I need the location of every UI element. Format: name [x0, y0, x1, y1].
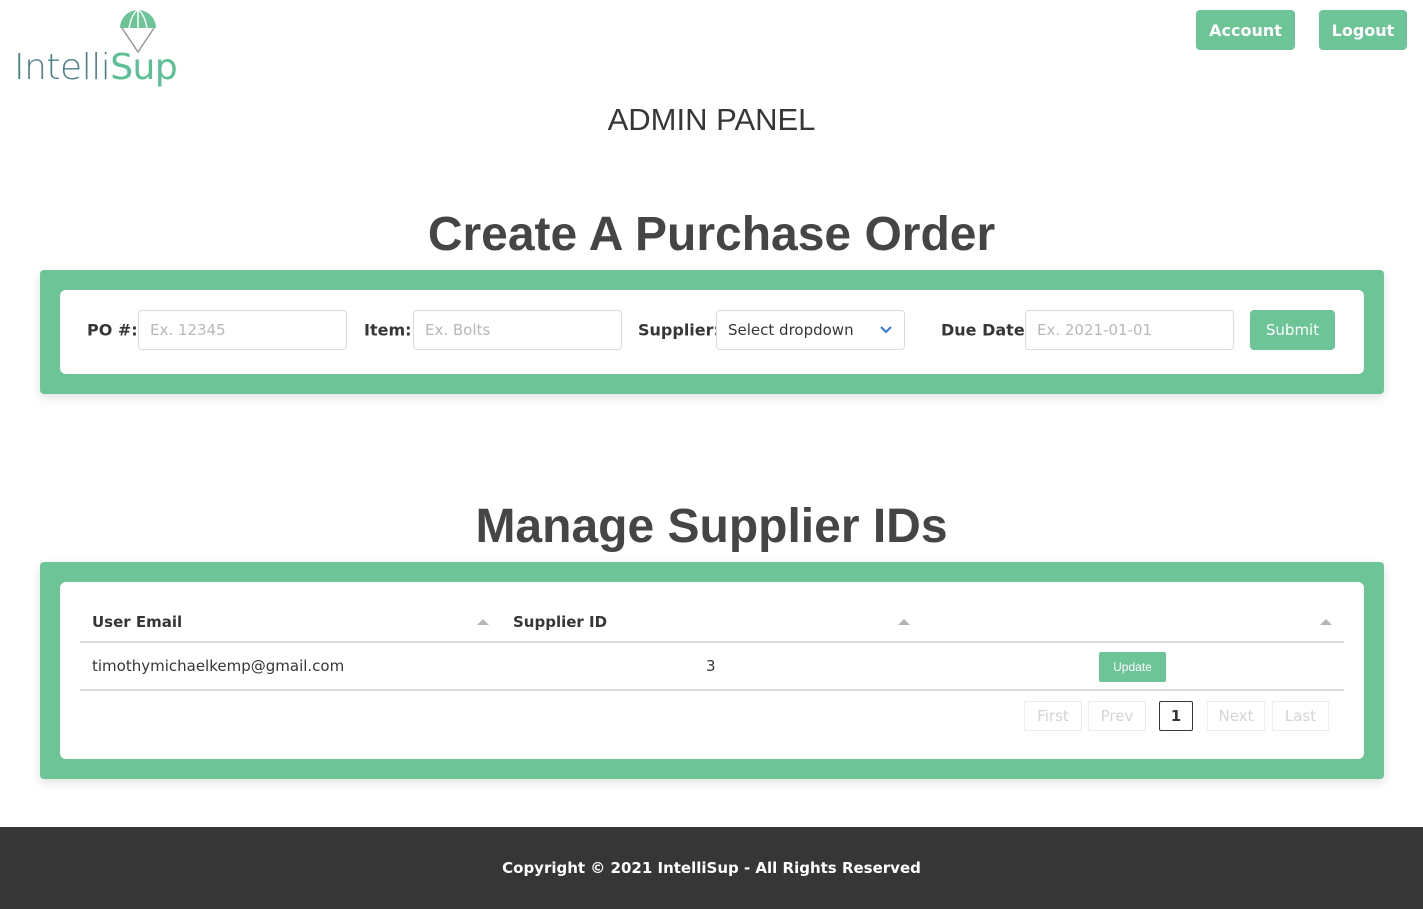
supplier-selected-value: Select dropdown [728, 321, 854, 339]
supplier-ids-panel: User Email Supplier ID timothymichaelkem… [40, 562, 1384, 779]
sort-asc-icon[interactable] [1320, 619, 1332, 625]
column-header-user-email[interactable]: User Email [92, 602, 182, 641]
update-button[interactable]: Update [1099, 652, 1166, 682]
purchase-order-form: PO #: Item: Supplier: Select dropdown Du… [60, 290, 1364, 374]
sort-asc-icon[interactable] [898, 619, 910, 625]
table-header: User Email Supplier ID [80, 602, 1344, 643]
footer: Copyright © 2021 IntelliSup - All Rights… [0, 827, 1423, 909]
supplier-table: User Email Supplier ID timothymichaelkem… [80, 602, 1344, 691]
column-header-supplier-id[interactable]: Supplier ID [513, 602, 607, 641]
supplier-ids-card: User Email Supplier ID timothymichaelkem… [60, 582, 1364, 759]
intellisup-logo[interactable]: IntelliSup [14, 8, 178, 92]
supplier-ids-heading: Manage Supplier IDs [475, 500, 948, 553]
sort-asc-icon[interactable] [477, 619, 489, 625]
logo-wordmark: IntelliSup [14, 47, 178, 88]
due-date-input[interactable] [1025, 310, 1234, 350]
item-label: Item: [364, 320, 412, 340]
pagination-first[interactable]: First [1024, 701, 1082, 731]
pagination-next[interactable]: Next [1207, 701, 1265, 731]
pagination-prev[interactable]: Prev [1088, 701, 1146, 731]
logout-button[interactable]: Logout [1319, 10, 1407, 50]
chevron-down-icon [880, 326, 892, 334]
purchase-order-heading: Create A Purchase Order [427, 208, 996, 261]
po-number-input[interactable] [138, 310, 347, 350]
page-title: ADMIN PANEL [607, 102, 816, 137]
submit-button[interactable]: Submit [1250, 310, 1335, 350]
account-button[interactable]: Account [1196, 10, 1295, 50]
copyright-text: Copyright © 2021 IntelliSup - All Rights… [502, 859, 921, 877]
user-email-cell: timothymichaelkemp@gmail.com [92, 657, 345, 675]
pagination-page-current[interactable]: 1 [1159, 701, 1193, 731]
purchase-order-panel: PO #: Item: Supplier: Select dropdown Du… [40, 270, 1384, 394]
supplier-id-cell: 3 [706, 657, 716, 675]
supplier-select[interactable]: Select dropdown [716, 310, 905, 350]
pagination-last[interactable]: Last [1272, 701, 1329, 731]
item-input[interactable] [413, 310, 622, 350]
po-number-label: PO #: [87, 320, 138, 340]
supplier-label: Supplier: [638, 320, 720, 340]
due-date-label: Due Date: [941, 320, 1032, 340]
table-row: timothymichaelkemp@gmail.com 3 Update [80, 643, 1344, 691]
